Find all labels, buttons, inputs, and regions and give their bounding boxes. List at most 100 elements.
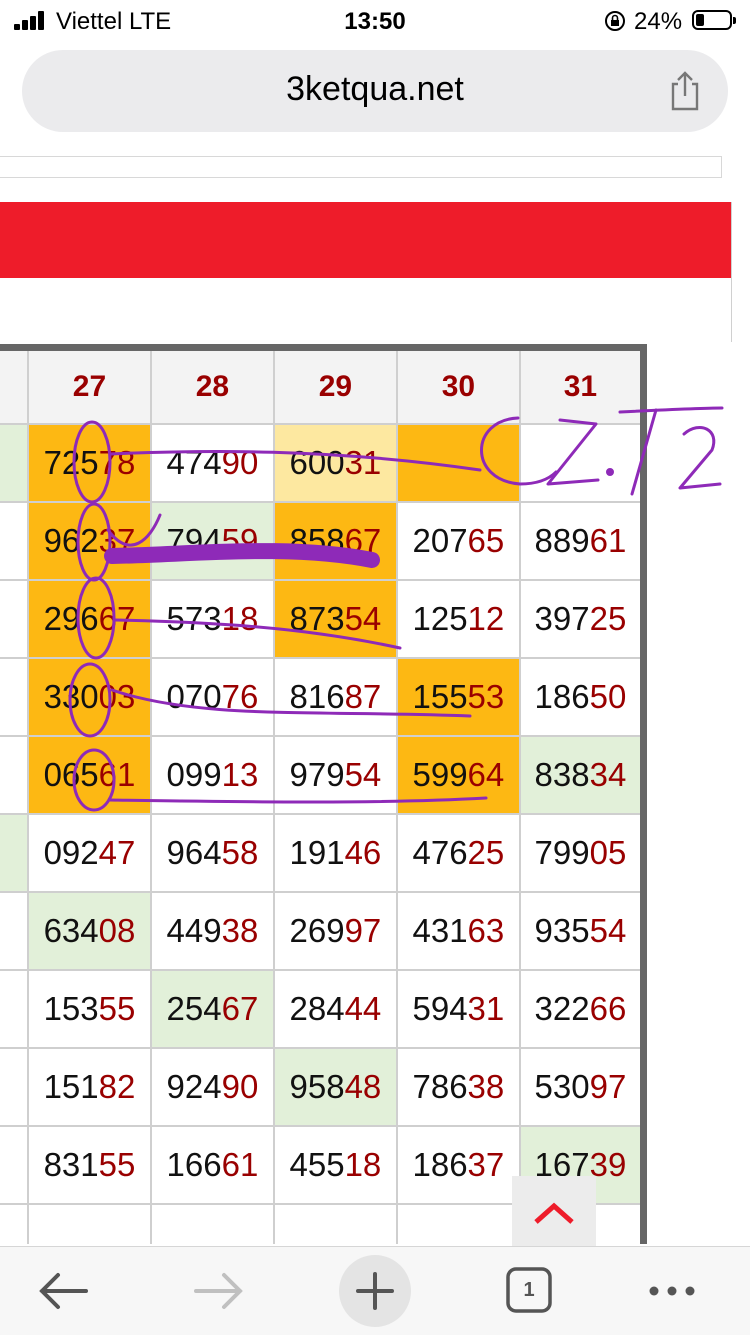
results-table-container: 5272829303198725784749060031919623779459…	[0, 344, 730, 1244]
address-bar[interactable]: 3ketqua.net	[22, 50, 728, 132]
result-tail-digits: 66	[589, 989, 627, 1027]
result-head-digits: 155	[412, 677, 468, 715]
result-head-digits: 924	[166, 1067, 222, 1105]
result-cell: 54	[0, 1046, 29, 1127]
result-cell: 12512	[395, 578, 521, 659]
result-head-digits: 530	[534, 1067, 590, 1105]
result-cell: 95848	[272, 1046, 398, 1127]
scroll-to-top-button[interactable]	[512, 1176, 596, 1246]
result-head-digits: 207	[412, 521, 468, 559]
result-cell: 83155	[26, 1124, 152, 1205]
result-cell	[149, 1202, 275, 1244]
result-tail-digits: 46	[344, 833, 382, 871]
result-head-digits: 296	[43, 599, 99, 637]
result-head-digits: 191	[289, 833, 345, 871]
result-cell: 79905	[518, 812, 647, 893]
result-head-digits: 979	[289, 755, 345, 793]
plus-icon[interactable]	[338, 1254, 412, 1328]
share-icon[interactable]	[668, 70, 702, 112]
result-head-digits: 816	[289, 677, 345, 715]
result-cell: 88961	[518, 500, 647, 581]
result-cell: 44938	[149, 890, 275, 971]
result-head-digits: 799	[534, 833, 590, 871]
table-row: 043300307076816871555318650	[0, 656, 647, 737]
result-cell: 91	[0, 500, 29, 581]
result-tail-digits: 67	[221, 989, 259, 1027]
result-cell: 09247	[26, 812, 152, 893]
result-head-digits: 151	[43, 1067, 99, 1105]
result-tail-digits: 90	[221, 443, 259, 481]
table-row: 172966757318873541251239725	[0, 578, 647, 659]
result-cell: 93554	[518, 890, 647, 971]
battery-level-fill	[696, 14, 704, 26]
result-tail-digits: 18	[221, 599, 259, 637]
result-cell: 87354	[272, 578, 398, 659]
result-cell: 19146	[272, 812, 398, 893]
result-head-digits: 431	[412, 911, 468, 949]
result-cell: 60031	[272, 422, 398, 503]
table-row: 640924796458191464762579905	[0, 812, 647, 893]
result-cell: 78638	[395, 1046, 521, 1127]
result-tail-digits: 44	[344, 989, 382, 1027]
result-tail-digits: 67	[98, 599, 136, 637]
result-head-digits: 858	[289, 521, 345, 559]
rotation-lock-icon	[605, 11, 625, 31]
result-head-digits: 599	[412, 755, 468, 793]
result-cell: 04	[0, 656, 29, 737]
result-tail-digits: 34	[589, 755, 627, 793]
result-cell: 09913	[149, 734, 275, 815]
result-cell: 59964	[395, 734, 521, 815]
more-icon[interactable]	[638, 1261, 708, 1321]
result-head-digits: 594	[412, 989, 468, 1027]
column-header-day: 29	[272, 344, 398, 425]
result-head-digits: 092	[43, 833, 99, 871]
content-divider	[0, 156, 722, 157]
result-tail-digits: 37	[467, 1145, 505, 1183]
table-header-row: 52728293031	[0, 344, 647, 425]
result-head-digits: 831	[43, 1145, 99, 1183]
result-head-digits: 838	[534, 755, 590, 793]
result-tail-digits: 38	[467, 1067, 505, 1105]
back-arrow-icon[interactable]	[28, 1261, 98, 1321]
result-tail-digits: 48	[344, 1067, 382, 1105]
result-tail-digits: 65	[467, 521, 505, 559]
result-head-digits: 166	[166, 1145, 222, 1183]
table-row: 736340844938269974316393554	[0, 890, 647, 971]
result-cell: 63408	[26, 890, 152, 971]
result-cell: 83834	[518, 734, 647, 815]
table-row: 541518292490958487863853097	[0, 1046, 647, 1127]
result-cell: 96458	[149, 812, 275, 893]
result-tail-digits: 55	[98, 989, 136, 1027]
result-head-digits: 254	[166, 989, 222, 1027]
result-head-digits: 786	[412, 1067, 468, 1105]
result-head-digits: 065	[43, 755, 99, 793]
forward-arrow-icon[interactable]	[184, 1261, 254, 1321]
result-head-digits: 153	[43, 989, 99, 1027]
result-head-digits: 725	[43, 443, 99, 481]
column-header-day: 27	[26, 344, 152, 425]
result-head-digits: 962	[43, 521, 99, 559]
result-tail-digits: 37	[98, 521, 136, 559]
result-cell: 57318	[149, 578, 275, 659]
result-tail-digits: 59	[221, 521, 259, 559]
result-cell	[518, 422, 647, 503]
result-tail-digits: 78	[98, 443, 136, 481]
result-head-digits: 070	[166, 677, 222, 715]
url-text[interactable]: 3ketqua.net	[22, 70, 728, 109]
result-tail-digits: 55	[98, 1145, 136, 1183]
result-cell: 33003	[26, 656, 152, 737]
browser-toolbar: 1	[0, 1246, 750, 1335]
result-cell: 25467	[149, 968, 275, 1049]
tabs-button[interactable]: 1	[494, 1261, 564, 1321]
result-cell: 92490	[149, 1046, 275, 1127]
red-header-banner	[0, 202, 732, 278]
result-cell: 98	[0, 422, 29, 503]
result-cell	[0, 1202, 29, 1244]
result-cell: 15182	[26, 1046, 152, 1127]
result-tail-digits: 54	[589, 911, 627, 949]
column-header-day: 31	[518, 344, 647, 425]
table-row: 919623779459858672076588961	[0, 500, 647, 581]
result-cell: 28444	[272, 968, 398, 1049]
result-cell	[272, 1202, 398, 1244]
content-edge	[731, 202, 732, 342]
